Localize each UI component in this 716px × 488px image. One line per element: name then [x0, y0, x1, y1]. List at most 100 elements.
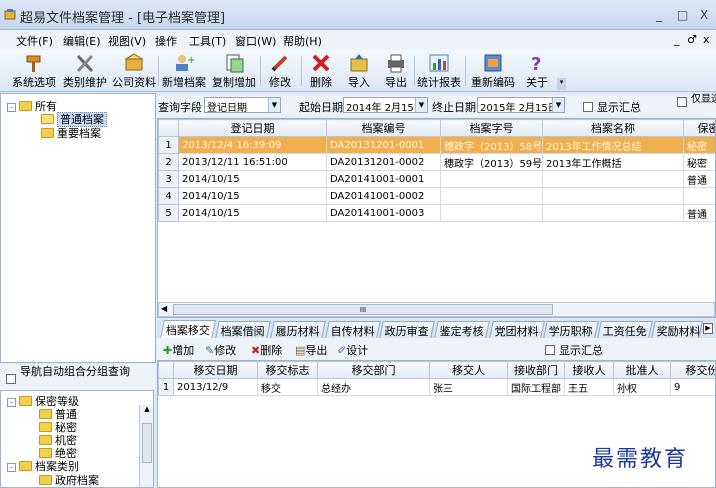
system-options-button[interactable]: 系统选项	[10, 52, 58, 90]
column-header[interactable]: 登记日期	[178, 119, 327, 137]
column-header[interactable]: 接收部门	[507, 361, 565, 379]
table-cell[interactable]: 2013/12/9	[173, 378, 258, 396]
column-header[interactable]: 批准人	[613, 361, 671, 379]
table-row[interactable]: 3 2014/10/15 DA20141001-0001 普通	[158, 170, 715, 188]
table-cell[interactable]: 张三	[429, 378, 508, 396]
nav-group-checkbox[interactable]	[6, 374, 16, 384]
scroll-thumb[interactable]: III	[173, 304, 553, 315]
tab-scroll-icon[interactable]: ▶	[703, 323, 713, 334]
edit-record-button[interactable]: ✎修改	[205, 342, 236, 358]
tab-resume-material[interactable]: 履历材料	[270, 321, 326, 338]
import-button[interactable]: 导入	[343, 52, 375, 90]
delete-record-button[interactable]: ✖删除	[251, 342, 282, 358]
table-cell[interactable]: DA20141001-0002	[326, 187, 441, 205]
delete-button[interactable]: 删除	[305, 52, 337, 90]
column-header[interactable]: 档案编号	[326, 119, 441, 137]
table-cell[interactable]	[542, 204, 684, 222]
collapse-icon[interactable]: -	[7, 103, 16, 112]
column-header[interactable]: 移交标志	[257, 361, 318, 379]
table-cell[interactable]: 9	[670, 378, 715, 396]
table-cell[interactable]: 2014/10/15	[178, 204, 327, 222]
table-row[interactable]: 2 2013/12/11 16:51:00 DA20131201-0002 穗政…	[158, 153, 715, 171]
column-header[interactable]: 档案字号	[440, 119, 543, 137]
child-restore-button[interactable]: ♂	[687, 33, 697, 46]
tree-item-gov-archive[interactable]: 政府档案	[39, 472, 99, 487]
table-cell[interactable]: 2014/10/15	[178, 170, 327, 188]
new-archive-button[interactable]: + 新增档案	[160, 52, 208, 90]
category-maintain-button[interactable]: 类别维护	[62, 52, 108, 90]
copy-add-button[interactable]: 复制增加	[210, 52, 258, 90]
child-minimize-button[interactable]: _	[674, 33, 680, 46]
dropdown-arrow-icon[interactable]: ▼	[268, 98, 280, 112]
table-cell[interactable]: 普通	[683, 170, 715, 188]
column-header[interactable]: 档案名称	[542, 119, 684, 137]
menu-tools[interactable]: 工具(T)	[189, 33, 226, 49]
scroll-thumb[interactable]	[142, 423, 152, 463]
dropdown-arrow-icon[interactable]: ▼	[552, 98, 564, 112]
column-header[interactable]: 移交人	[429, 361, 508, 379]
recode-button[interactable]: 重新编码	[470, 52, 516, 90]
column-header[interactable]	[158, 361, 174, 379]
column-header[interactable]	[158, 119, 179, 137]
table-cell[interactable]	[683, 187, 715, 205]
tab-salary-appointment[interactable]: 工资任免	[597, 321, 653, 338]
collapse-icon[interactable]: -	[7, 463, 16, 472]
tab-autobiography[interactable]: 自传材料	[325, 321, 381, 338]
column-header[interactable]: 移交部门	[317, 361, 430, 379]
table-row[interactable]: 1 2013/12/9 移交 总经办 张三 国际工程部 王五 孙权 9	[158, 378, 715, 396]
detail-show-summary-checkbox[interactable]	[545, 345, 555, 355]
company-info-button[interactable]: 公司资料	[111, 52, 157, 90]
export-record-button[interactable]: ▤导出	[295, 342, 327, 358]
show-summary-option[interactable]: 显示汇总	[583, 99, 641, 115]
tree-item-important-archive[interactable]: 重要档案	[41, 125, 101, 141]
table-cell[interactable]: 国际工程部	[507, 378, 565, 396]
dropdown-arrow-icon[interactable]: ▼	[415, 98, 427, 112]
table-cell[interactable]: 2013年工作概括	[542, 153, 684, 171]
column-header[interactable]: 移交份	[670, 361, 715, 379]
about-button[interactable]: ? 关于	[522, 52, 552, 90]
child-close-button[interactable]: x	[703, 33, 710, 46]
table-cell[interactable]: DA20141001-0001	[326, 170, 441, 188]
show-summary-checkbox[interactable]	[583, 102, 593, 112]
design-button[interactable]: ✐设计	[337, 342, 368, 358]
grid-horizontal-scrollbar[interactable]: ◀ III	[158, 302, 715, 317]
menu-view[interactable]: 视图(V)	[108, 33, 146, 49]
table-row[interactable]: 4 2014/10/15 DA20141001-0002	[158, 187, 715, 205]
toolbar-overflow-button[interactable]: ▾	[557, 78, 566, 90]
table-cell[interactable]: 王五	[564, 378, 614, 396]
table-cell[interactable]: 2013/12/11 16:51:00	[178, 153, 327, 171]
statistics-report-button[interactable]: 统计报表	[416, 52, 462, 90]
table-cell[interactable]: DA20141001-0003	[326, 204, 441, 222]
tab-political-review[interactable]: 政历审查	[379, 321, 435, 338]
tab-party-material[interactable]: 党团材料	[489, 321, 545, 338]
menu-operation[interactable]: 操作	[155, 33, 177, 49]
table-cell[interactable]: 孙权	[613, 378, 671, 396]
table-cell[interactable]	[542, 170, 684, 188]
table-cell[interactable]	[440, 170, 543, 188]
table-cell[interactable]	[440, 204, 543, 222]
add-record-button[interactable]: ✚增加	[163, 342, 194, 358]
detail-show-summary-option[interactable]: 显示汇总	[545, 342, 603, 358]
table-cell[interactable]: 普通	[683, 204, 715, 222]
column-header[interactable]: 移交日期	[173, 361, 258, 379]
column-header[interactable]: 保密	[683, 119, 715, 137]
tab-archive-borrow[interactable]: 档案借阅	[215, 321, 271, 338]
start-date-picker[interactable]: 2014年 2月15日 ▼	[343, 97, 428, 113]
table-cell[interactable]	[440, 187, 543, 205]
table-cell[interactable]: 2014/10/15	[178, 187, 327, 205]
table-cell[interactable]: DA20131201-0002	[326, 153, 441, 171]
table-cell[interactable]: DA20131201-0001	[326, 136, 441, 154]
table-cell[interactable]: 总经办	[317, 378, 430, 396]
minimize-button[interactable]: _	[656, 8, 662, 22]
table-row[interactable]: 5 2014/10/15 DA20141001-0003 普通	[158, 204, 715, 222]
menu-file[interactable]: 文件(F)	[16, 33, 53, 49]
scroll-up-icon[interactable]: ▲	[141, 405, 153, 417]
edit-button[interactable]: 修改	[264, 52, 296, 90]
tab-reward-material[interactable]: 奖励材料	[651, 321, 703, 338]
end-date-picker[interactable]: 2015年 2月15日 ▼	[477, 97, 565, 113]
tab-appraisal[interactable]: 鉴定考核	[434, 321, 490, 338]
close-button[interactable]: X	[700, 8, 708, 22]
scroll-left-icon[interactable]: ◀	[161, 304, 167, 313]
query-field-select[interactable]: 登记日期 ▼	[204, 97, 281, 113]
table-cell[interactable]: 2013年工作情况总结	[542, 136, 684, 154]
